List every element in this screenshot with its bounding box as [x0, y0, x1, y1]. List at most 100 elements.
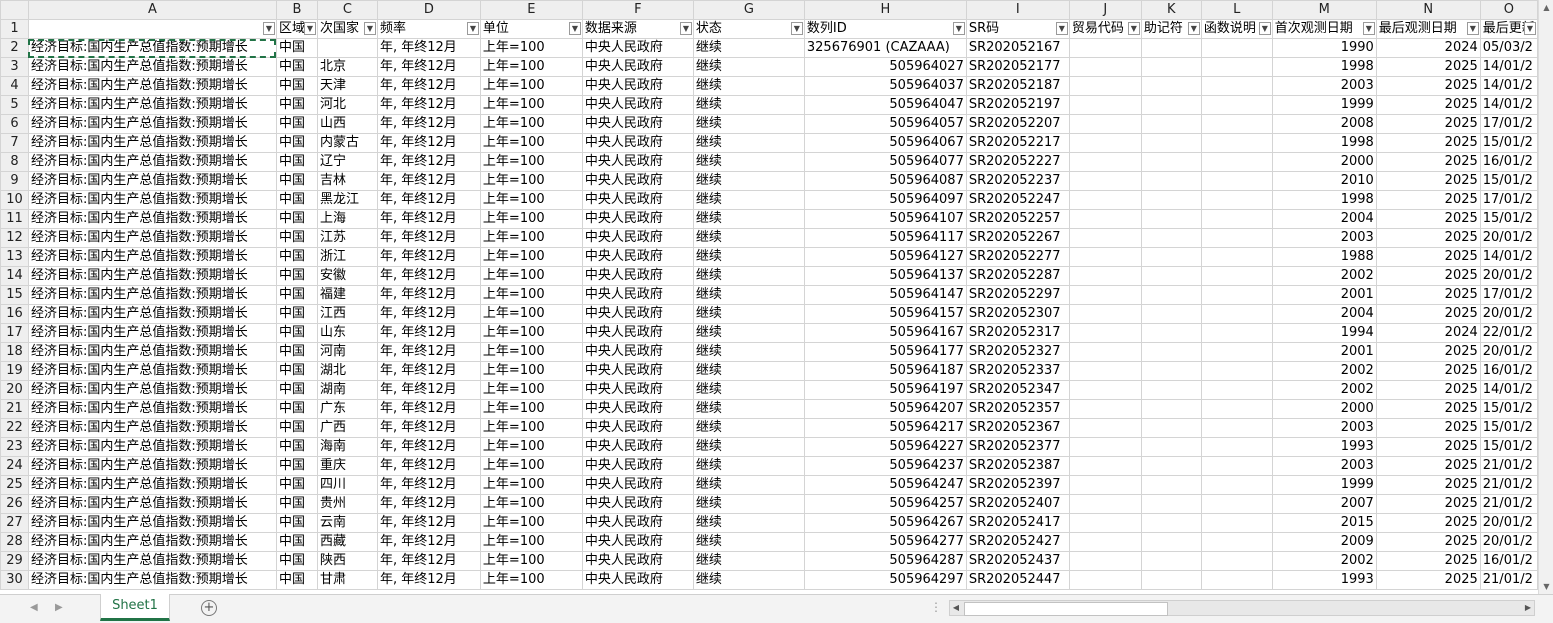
cell-mnemonic[interactable]	[1140, 323, 1202, 343]
cell-last-obs[interactable]: 2025	[1375, 152, 1481, 172]
row-header[interactable]: 18	[0, 342, 29, 362]
cell-source[interactable]: 中央人民政府	[581, 456, 694, 476]
cell-name[interactable]: 经济目标:国内生产总值指数:预期增长	[27, 209, 277, 229]
cell-mnemonic[interactable]	[1140, 133, 1202, 153]
add-sheet-icon[interactable]: +	[201, 600, 217, 616]
cell-subnational[interactable]: 西藏	[316, 532, 378, 552]
row-header[interactable]: 6	[0, 114, 29, 134]
column-header-k[interactable]: K	[1140, 0, 1202, 20]
cell-series-id[interactable]: 505964267	[803, 513, 967, 533]
cell-name[interactable]: 经济目标:国内生产总值指数:预期增长	[27, 342, 277, 362]
cell-frequency[interactable]: 年, 年终12月	[376, 57, 481, 77]
cell-region[interactable]: 中国	[275, 513, 318, 533]
header-cell[interactable]: 数据来源 ▼	[581, 19, 694, 39]
cell-last-updated[interactable]: 05/03/2	[1479, 38, 1538, 58]
cell-region[interactable]: 中国	[275, 247, 318, 267]
cell-status[interactable]: 继续	[692, 247, 805, 267]
cell-first-obs[interactable]: 2004	[1271, 304, 1377, 324]
cell-trade-code[interactable]	[1068, 266, 1142, 286]
cell-subnational[interactable]: 重庆	[316, 456, 378, 476]
cell-trade-code[interactable]	[1068, 513, 1142, 533]
cell-source[interactable]: 中央人民政府	[581, 171, 694, 191]
row-header[interactable]: 20	[0, 380, 29, 400]
cell-source[interactable]: 中央人民政府	[581, 551, 694, 571]
cell-series-id[interactable]: 505964277	[803, 532, 967, 552]
header-cell[interactable]: 贸易代码 ▼	[1068, 19, 1142, 39]
cell-frequency[interactable]: 年, 年终12月	[376, 532, 481, 552]
cell-function[interactable]	[1200, 114, 1273, 134]
cell-function[interactable]	[1200, 513, 1273, 533]
cell-frequency[interactable]: 年, 年终12月	[376, 209, 481, 229]
cell-last-updated[interactable]: 21/01/2	[1479, 456, 1538, 476]
header-cell[interactable]: 单位 ▼	[479, 19, 583, 39]
cell-sr-code[interactable]: SR202052387	[965, 456, 1070, 476]
cell-first-obs[interactable]: 1999	[1271, 475, 1377, 495]
filter-dropdown-icon[interactable]: ▼	[466, 22, 479, 35]
cell-source[interactable]: 中央人民政府	[581, 570, 694, 590]
cell-last-updated[interactable]: 15/01/2	[1479, 437, 1538, 457]
cell-mnemonic[interactable]	[1140, 95, 1202, 115]
cell-source[interactable]: 中央人民政府	[581, 266, 694, 286]
cell-last-updated[interactable]: 17/01/2	[1479, 190, 1538, 210]
cell-series-id[interactable]: 505964287	[803, 551, 967, 571]
cell-status[interactable]: 继续	[692, 266, 805, 286]
cell-first-obs[interactable]: 2003	[1271, 228, 1377, 248]
cell-unit[interactable]: 上年=100	[479, 494, 583, 514]
previous-sheet-icon[interactable]: ◀	[30, 602, 38, 613]
cell-series-id[interactable]: 505964227	[803, 437, 967, 457]
cell-region[interactable]: 中国	[275, 114, 318, 134]
cell-trade-code[interactable]	[1068, 399, 1142, 419]
cell-region[interactable]: 中国	[275, 57, 318, 77]
cell-first-obs[interactable]: 1988	[1271, 247, 1377, 267]
cell-source[interactable]: 中央人民政府	[581, 209, 694, 229]
cell-trade-code[interactable]	[1068, 76, 1142, 96]
cell-function[interactable]	[1200, 361, 1273, 381]
cell-last-updated[interactable]: 17/01/2	[1479, 285, 1538, 305]
cell-function[interactable]	[1200, 266, 1273, 286]
cell-frequency[interactable]: 年, 年终12月	[376, 380, 481, 400]
cell-last-obs[interactable]: 2025	[1375, 418, 1481, 438]
cell-first-obs[interactable]: 1994	[1271, 323, 1377, 343]
header-cell[interactable]: 最后更新 ▼	[1479, 19, 1538, 39]
cell-source[interactable]: 中央人民政府	[581, 304, 694, 324]
row-header[interactable]: 19	[0, 361, 29, 381]
cell-mnemonic[interactable]	[1140, 266, 1202, 286]
cell-status[interactable]: 继续	[692, 209, 805, 229]
cell-status[interactable]: 继续	[692, 133, 805, 153]
cell-source[interactable]: 中央人民政府	[581, 190, 694, 210]
cell-last-obs[interactable]: 2025	[1375, 513, 1481, 533]
cell-series-id[interactable]: 505964177	[803, 342, 967, 362]
cell-mnemonic[interactable]	[1140, 152, 1202, 172]
cell-status[interactable]: 继续	[692, 190, 805, 210]
cell-status[interactable]: 继续	[692, 76, 805, 96]
cell-mnemonic[interactable]	[1140, 171, 1202, 191]
column-header-a[interactable]: A	[27, 0, 277, 20]
cell-sr-code[interactable]: SR202052357	[965, 399, 1070, 419]
row-header[interactable]: 22	[0, 418, 29, 438]
filter-dropdown-icon[interactable]: ▼	[952, 22, 965, 35]
cell-mnemonic[interactable]	[1140, 304, 1202, 324]
cell-status[interactable]: 继续	[692, 228, 805, 248]
cell-status[interactable]: 继续	[692, 304, 805, 324]
cell-unit[interactable]: 上年=100	[479, 551, 583, 571]
cell-frequency[interactable]: 年, 年终12月	[376, 133, 481, 153]
cell-series-id[interactable]: 505964197	[803, 380, 967, 400]
filter-dropdown-icon[interactable]: ▼	[790, 22, 803, 35]
cell-sr-code[interactable]: SR202052297	[965, 285, 1070, 305]
cell-mnemonic[interactable]	[1140, 380, 1202, 400]
row-header[interactable]: 25	[0, 475, 29, 495]
cell-status[interactable]: 继续	[692, 551, 805, 571]
cell-subnational[interactable]: 上海	[316, 209, 378, 229]
cell-frequency[interactable]: 年, 年终12月	[376, 190, 481, 210]
cell-status[interactable]: 继续	[692, 114, 805, 134]
cell-trade-code[interactable]	[1068, 380, 1142, 400]
cell-source[interactable]: 中央人民政府	[581, 247, 694, 267]
cell-first-obs[interactable]: 1998	[1271, 133, 1377, 153]
cell-trade-code[interactable]	[1068, 532, 1142, 552]
filter-dropdown-icon[interactable]: ▼	[303, 22, 316, 35]
cell-frequency[interactable]: 年, 年终12月	[376, 304, 481, 324]
cell-name[interactable]: 经济目标:国内生产总值指数:预期增长	[27, 38, 277, 58]
cell-series-id[interactable]: 505964257	[803, 494, 967, 514]
cell-name[interactable]: 经济目标:国内生产总值指数:预期增长	[27, 551, 277, 571]
cell-series-id[interactable]: 505964127	[803, 247, 967, 267]
